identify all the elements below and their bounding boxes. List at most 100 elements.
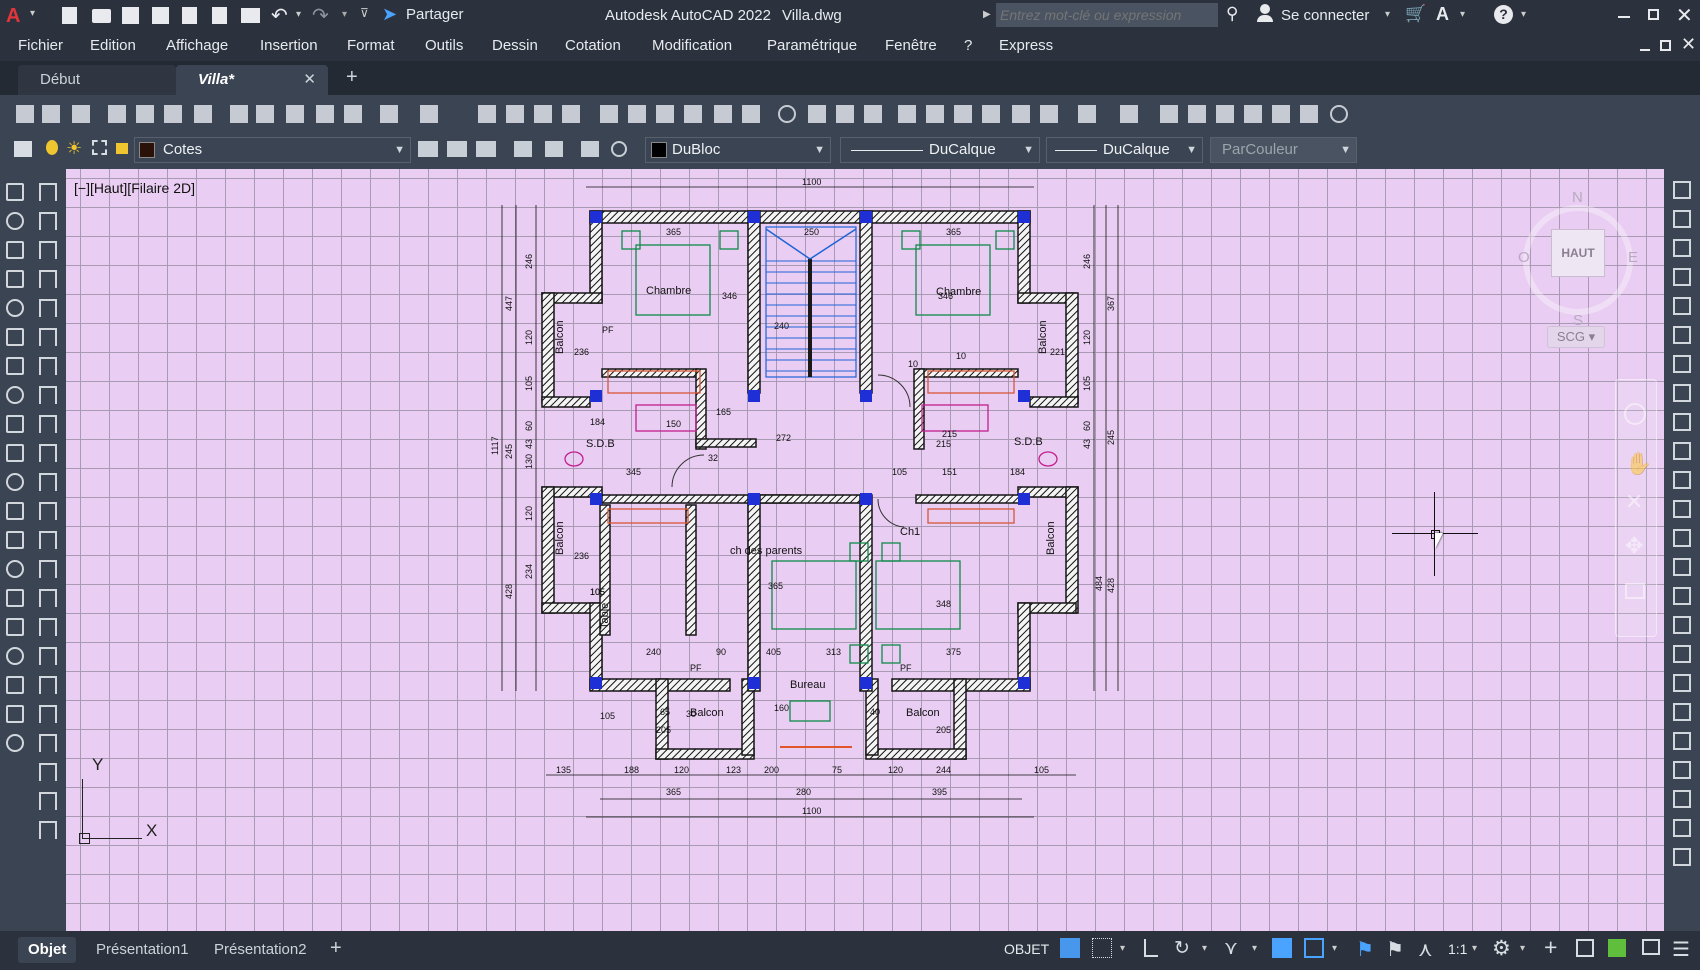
- open-folder-icon[interactable]: [92, 9, 111, 23]
- scale-icon[interactable]: [1673, 384, 1691, 402]
- layer-properties-icon[interactable]: [14, 141, 32, 157]
- workspace-dropdown-icon[interactable]: ▾: [1520, 943, 1525, 954]
- cart-icon[interactable]: 🛒: [1405, 4, 1426, 24]
- continue-dim-icon[interactable]: [39, 473, 57, 491]
- sign-in-dropdown-icon[interactable]: ▾: [1385, 9, 1390, 20]
- dim-override-icon[interactable]: [39, 792, 57, 810]
- ortho-icon[interactable]: [1144, 939, 1158, 957]
- new-tab-button[interactable]: +: [346, 66, 358, 89]
- zoom-icon[interactable]: [611, 141, 627, 157]
- color-dropdown[interactable]: DuBloc ▼: [645, 137, 831, 163]
- close-icon[interactable]: ✕: [1676, 3, 1693, 28]
- dimension-style-icon[interactable]: [514, 141, 532, 157]
- help-icon[interactable]: [778, 105, 796, 123]
- save-icon[interactable]: [72, 105, 90, 123]
- sheet-set-icon[interactable]: [656, 105, 674, 123]
- linear-dim-icon[interactable]: [39, 183, 57, 201]
- tab-close-icon[interactable]: ✕: [303, 65, 316, 95]
- match-properties-icon[interactable]: [230, 105, 248, 123]
- markup-2-icon[interactable]: [1272, 105, 1290, 123]
- ellipse-arc-icon[interactable]: [6, 473, 24, 491]
- undo-2-icon[interactable]: [1078, 105, 1096, 123]
- diameter-dim-icon[interactable]: [39, 357, 57, 375]
- hatch-icon[interactable]: [6, 589, 24, 607]
- sheet-set-2-icon[interactable]: [1244, 105, 1262, 123]
- menu-item-fenetre[interactable]: Fenêtre: [885, 37, 937, 54]
- plot-2-icon[interactable]: [898, 105, 916, 123]
- copy-2-icon[interactable]: [1040, 105, 1058, 123]
- lineweight-dropdown[interactable]: DuCalque ▼: [1046, 137, 1203, 163]
- fillet-icon[interactable]: [1673, 616, 1691, 634]
- 3d-print-2-icon[interactable]: [982, 105, 1000, 123]
- move-icon[interactable]: [1673, 326, 1691, 344]
- layer-unlock-icon[interactable]: [116, 143, 128, 154]
- viewcube-east[interactable]: E: [1628, 249, 1638, 266]
- auto-scale-icon[interactable]: ⚑: [1386, 937, 1404, 962]
- menu-item-edition[interactable]: Edition: [90, 37, 136, 54]
- app-menu-chevron-icon[interactable]: ▾: [30, 8, 35, 19]
- blend-curves-icon[interactable]: [1673, 645, 1691, 663]
- zoom-extents-icon[interactable]: ✕: [1625, 489, 1643, 515]
- arc-length-dim-icon[interactable]: [39, 241, 57, 259]
- new-file-icon[interactable]: [62, 7, 77, 24]
- spline-icon[interactable]: [6, 415, 24, 433]
- object-snap-tracking-icon[interactable]: [1272, 938, 1292, 958]
- help-icon[interactable]: ?: [1494, 5, 1513, 24]
- fullscreen-icon[interactable]: [1642, 939, 1660, 955]
- hatch-back-icon[interactable]: [1673, 848, 1691, 866]
- radius-dim-icon[interactable]: [39, 299, 57, 317]
- web-save-icon[interactable]: [182, 7, 197, 24]
- viewcube-top-face[interactable]: HAUT: [1551, 229, 1605, 277]
- publish-icon[interactable]: [212, 7, 227, 24]
- plot-icon[interactable]: [241, 8, 260, 23]
- polyline-icon[interactable]: [6, 212, 24, 230]
- object-snap-icon[interactable]: [1304, 938, 1324, 958]
- make-current-layer-icon[interactable]: [418, 141, 438, 157]
- viewcube-west[interactable]: O: [1518, 249, 1530, 266]
- dim-update-icon[interactable]: [39, 734, 57, 752]
- showmotion-icon[interactable]: [1625, 583, 1645, 599]
- share-button[interactable]: Partager: [406, 6, 464, 23]
- save-as-icon[interactable]: [152, 7, 169, 24]
- layer-on-bulb-icon[interactable]: [46, 140, 58, 155]
- units-icon[interactable]: [1576, 939, 1594, 957]
- design-center-icon[interactable]: [600, 105, 618, 123]
- table-icon[interactable]: [6, 676, 24, 694]
- properties-2-icon[interactable]: [1160, 105, 1178, 123]
- mirror-icon[interactable]: [1673, 239, 1691, 257]
- ellipse-icon[interactable]: [6, 444, 24, 462]
- annotation-scale-value[interactable]: 1:1: [1448, 941, 1467, 957]
- undo-icon[interactable]: ↶: [271, 3, 288, 28]
- 3d-print-icon[interactable]: [194, 105, 212, 123]
- draw-order-below-icon[interactable]: [1673, 790, 1691, 808]
- arc-icon[interactable]: [6, 241, 24, 259]
- redo-2-icon[interactable]: [1120, 105, 1138, 123]
- customize-qat-icon[interactable]: ⊽: [360, 6, 369, 20]
- array-icon[interactable]: [1673, 297, 1691, 315]
- quick-properties-icon[interactable]: [1608, 939, 1626, 957]
- a360-dropdown-icon[interactable]: ▾: [1460, 9, 1465, 20]
- dim-break-icon[interactable]: [39, 531, 57, 549]
- polar-dropdown-icon[interactable]: ▾: [1202, 943, 1207, 954]
- menu-item-cotation[interactable]: Cotation: [565, 37, 621, 54]
- multileader-style-icon[interactable]: [545, 141, 563, 157]
- region-icon[interactable]: [6, 647, 24, 665]
- plotstyle-dropdown[interactable]: ParCouleur ▼: [1210, 137, 1357, 163]
- zoom-previous-icon[interactable]: [562, 105, 580, 123]
- polygon-icon[interactable]: [6, 270, 24, 288]
- tool-palette-icon[interactable]: [628, 105, 646, 123]
- inspection-icon[interactable]: [39, 618, 57, 636]
- search-expand-icon[interactable]: ▶: [983, 9, 991, 20]
- menu-item-parametrique[interactable]: Paramétrique: [767, 37, 857, 54]
- stretch-icon[interactable]: [1673, 413, 1691, 431]
- tab-model[interactable]: Objet: [18, 937, 77, 963]
- help-dropdown-icon[interactable]: ▾: [1521, 9, 1526, 20]
- menu-item-dessin[interactable]: Dessin: [492, 37, 538, 54]
- menu-item-express[interactable]: Express: [999, 37, 1053, 54]
- match-layer-icon[interactable]: [447, 141, 467, 157]
- aligned-dim-icon[interactable]: [39, 212, 57, 230]
- layer-dropdown[interactable]: Cotes ▼: [134, 137, 411, 163]
- text-front-icon[interactable]: [1673, 819, 1691, 837]
- design-center-2-icon[interactable]: [1188, 105, 1206, 123]
- user-icon[interactable]: [1257, 4, 1273, 22]
